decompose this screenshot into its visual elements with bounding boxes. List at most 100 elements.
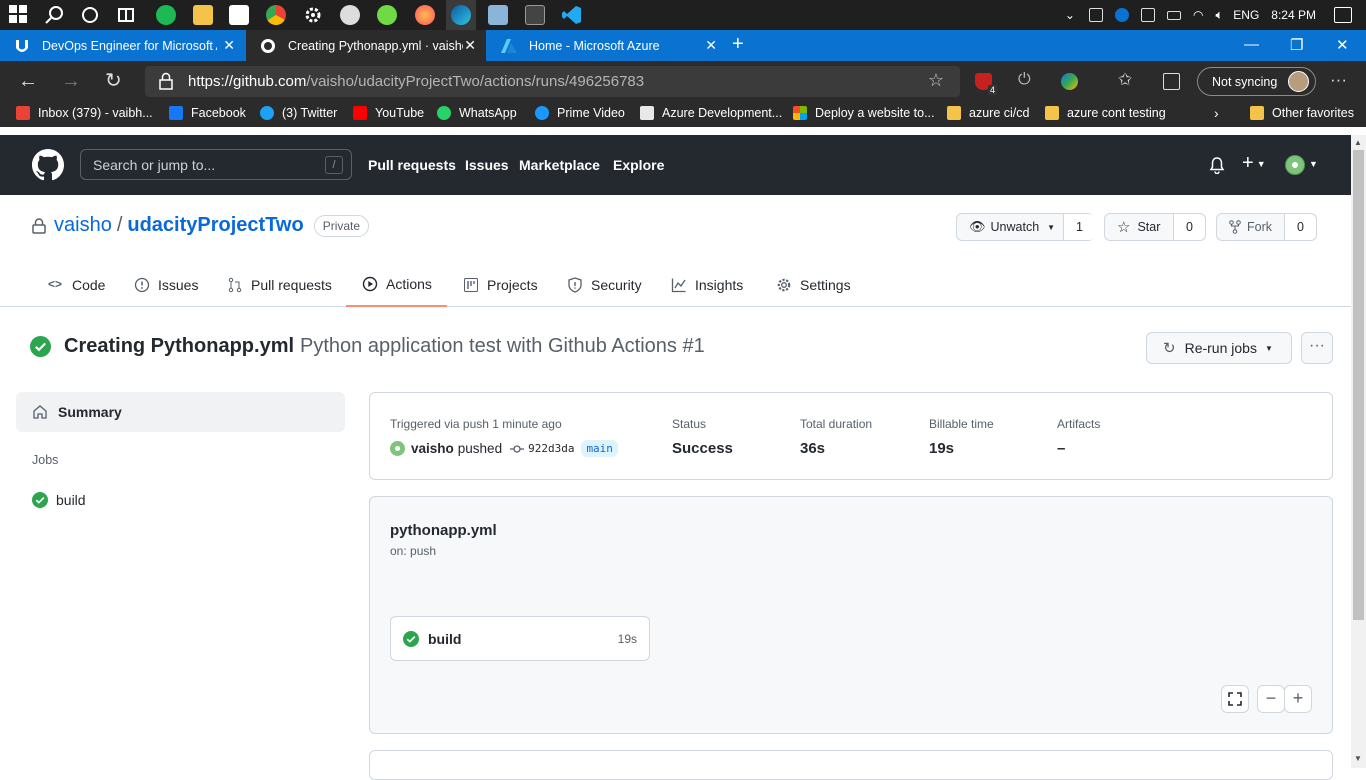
favorite-facebook[interactable]: Facebook bbox=[169, 106, 246, 120]
chevron-right-icon[interactable]: › bbox=[1214, 105, 1219, 121]
cortana-icon[interactable] bbox=[80, 5, 100, 25]
job-node-build[interactable]: build 19s bbox=[390, 616, 650, 661]
favorite-prime-video[interactable]: Prime Video bbox=[535, 106, 625, 120]
nav-pull-requests[interactable]: Pull requests bbox=[368, 157, 456, 173]
power-extension-icon[interactable]: ⏻ bbox=[1018, 71, 1035, 88]
close-tab-icon[interactable]: ✕ bbox=[223, 38, 235, 52]
wifi-icon[interactable]: ◠ bbox=[1193, 8, 1203, 22]
star-button[interactable]: ☆ Star 0 bbox=[1104, 213, 1206, 241]
tab-pull-requests[interactable]: Pull requests bbox=[227, 262, 332, 307]
nav-marketplace[interactable]: Marketplace bbox=[519, 157, 600, 173]
tab-projects[interactable]: Projects bbox=[463, 262, 538, 307]
file-explorer-icon[interactable] bbox=[193, 5, 213, 25]
chevron-down-icon[interactable]: ▼ bbox=[1309, 159, 1318, 169]
watch-count[interactable]: 1 bbox=[1064, 214, 1095, 240]
bluetooth-icon[interactable] bbox=[1114, 8, 1129, 22]
chrome-icon[interactable] bbox=[266, 5, 286, 25]
repo-owner-link[interactable]: vaisho bbox=[54, 214, 112, 237]
more-options-icon[interactable]: ··· bbox=[1330, 70, 1347, 90]
back-icon[interactable]: ← bbox=[18, 71, 38, 91]
volume-icon[interactable]: 🔈︎ bbox=[1215, 7, 1223, 23]
upwork-icon[interactable] bbox=[377, 5, 397, 25]
commit-sha-link[interactable]: 922d3da bbox=[528, 442, 574, 455]
tab-insights[interactable]: Insights bbox=[671, 262, 743, 307]
push-user-link[interactable]: vaisho bbox=[411, 441, 454, 456]
favorites-list-icon[interactable]: ✩ bbox=[1118, 70, 1135, 89]
new-tab-button[interactable]: + bbox=[732, 33, 744, 56]
star-count[interactable]: 0 bbox=[1174, 214, 1205, 240]
close-tab-icon[interactable]: ✕ bbox=[705, 38, 717, 52]
favorite-azure-ci-cd[interactable]: azure ci/cd bbox=[947, 106, 1029, 120]
user-avatar[interactable] bbox=[390, 441, 405, 456]
recorder-icon[interactable] bbox=[340, 5, 360, 25]
close-tab-icon[interactable]: ✕ bbox=[464, 38, 476, 52]
language-indicator[interactable]: ENG bbox=[1233, 8, 1259, 22]
favorite-gmail[interactable]: Inbox (379) - vaibh... bbox=[16, 106, 153, 120]
task-view-icon[interactable] bbox=[116, 5, 136, 25]
fullscreen-button[interactable] bbox=[1221, 685, 1249, 713]
address-bar[interactable]: https://github.com/vaisho/udacityProject… bbox=[145, 66, 960, 97]
remote-desktop-icon[interactable] bbox=[488, 5, 508, 25]
nav-explore[interactable]: Explore bbox=[613, 157, 664, 173]
store-icon[interactable] bbox=[229, 5, 249, 25]
close-window-icon[interactable]: ✕ bbox=[1336, 36, 1349, 54]
forward-icon[interactable]: → bbox=[61, 71, 81, 91]
favorite-azure-development[interactable]: Azure Development... bbox=[640, 106, 782, 120]
rerun-jobs-button[interactable]: ↻ Re-run jobs ▼ bbox=[1146, 332, 1292, 364]
tab-microsoft-azure[interactable]: Home - Microsoft Azure ✕ bbox=[487, 30, 727, 61]
page-scrollbar[interactable]: ▲ ▼ bbox=[1351, 135, 1366, 768]
extension-icon[interactable] bbox=[1061, 73, 1078, 90]
repo-name-link[interactable]: udacityProjectTwo bbox=[127, 214, 303, 237]
ublock-extension-icon[interactable]: 4 bbox=[975, 73, 997, 95]
github-search-input[interactable]: Search or jump to... / bbox=[80, 149, 352, 180]
collections-icon[interactable] bbox=[1163, 73, 1180, 90]
user-avatar[interactable] bbox=[1285, 155, 1305, 175]
battery-icon[interactable] bbox=[1166, 10, 1181, 20]
edge-icon[interactable] bbox=[446, 0, 476, 30]
unwatch-button[interactable]: 👁︎ Unwatch ▼ 1 bbox=[956, 213, 1095, 241]
usb-icon[interactable] bbox=[1140, 8, 1155, 22]
minimize-icon[interactable]: — bbox=[1244, 36, 1259, 53]
tab-issues[interactable]: Issues bbox=[134, 262, 198, 307]
clock[interactable]: 8:24 PM bbox=[1271, 8, 1316, 22]
app-icon-green[interactable] bbox=[156, 5, 176, 25]
tab-creating-pythonapp[interactable]: Creating Pythonapp.yml · vaisho/ ✕ bbox=[246, 30, 486, 61]
refresh-icon[interactable]: ↻ bbox=[105, 71, 122, 91]
terminal-icon[interactable] bbox=[525, 5, 545, 25]
keyboard-icon[interactable] bbox=[1088, 8, 1103, 22]
vscode-icon[interactable] bbox=[562, 5, 582, 25]
zoom-out-button[interactable]: − bbox=[1257, 685, 1285, 713]
more-actions-button[interactable]: ··· bbox=[1301, 332, 1333, 364]
settings-gear-icon[interactable] bbox=[303, 5, 323, 25]
tab-settings[interactable]: Settings bbox=[776, 262, 851, 307]
sidebar-job-build[interactable]: build bbox=[32, 492, 86, 508]
favorite-star-icon[interactable]: ☆ bbox=[928, 70, 944, 91]
favorite-azure-cont-testing[interactable]: azure cont testing bbox=[1045, 106, 1166, 120]
summary-nav-item[interactable]: Summary bbox=[16, 392, 345, 432]
favorite-twitter[interactable]: (3) Twitter bbox=[260, 106, 337, 120]
tab-security[interactable]: Security bbox=[567, 262, 642, 307]
chevron-up-icon[interactable]: ⌄ bbox=[1065, 8, 1075, 22]
scrollbar-thumb[interactable] bbox=[1353, 150, 1364, 620]
github-logo-icon[interactable] bbox=[32, 149, 64, 181]
create-new-plus-icon[interactable]: + ▼ bbox=[1242, 152, 1266, 175]
scroll-down-icon[interactable]: ▼ bbox=[1354, 754, 1362, 763]
notifications-icon[interactable] bbox=[1334, 7, 1352, 23]
scroll-up-icon[interactable]: ▲ bbox=[1354, 138, 1362, 147]
tab-actions[interactable]: Actions bbox=[346, 262, 447, 307]
favorite-whatsapp[interactable]: WhatsApp bbox=[437, 106, 517, 120]
zoom-in-button[interactable]: + bbox=[1284, 685, 1312, 713]
favorite-youtube[interactable]: YouTube bbox=[353, 106, 424, 120]
firefox-icon[interactable] bbox=[415, 5, 435, 25]
profile-sync-button[interactable]: Not syncing bbox=[1197, 67, 1316, 96]
windows-start-icon[interactable] bbox=[9, 5, 29, 25]
restore-icon[interactable]: ❐ bbox=[1290, 36, 1303, 54]
nav-issues[interactable]: Issues bbox=[465, 157, 509, 173]
other-favorites[interactable]: Other favorites bbox=[1250, 106, 1354, 120]
search-icon[interactable] bbox=[45, 5, 65, 25]
fork-button[interactable]: Fork 0 bbox=[1216, 213, 1317, 241]
branch-label[interactable]: main bbox=[581, 440, 618, 457]
favorite-deploy-website[interactable]: Deploy a website to... bbox=[793, 106, 935, 120]
tab-code[interactable]: <> Code bbox=[48, 262, 105, 307]
tab-devops-engineer[interactable]: DevOps Engineer for Microsoft A ✕ bbox=[0, 30, 245, 61]
